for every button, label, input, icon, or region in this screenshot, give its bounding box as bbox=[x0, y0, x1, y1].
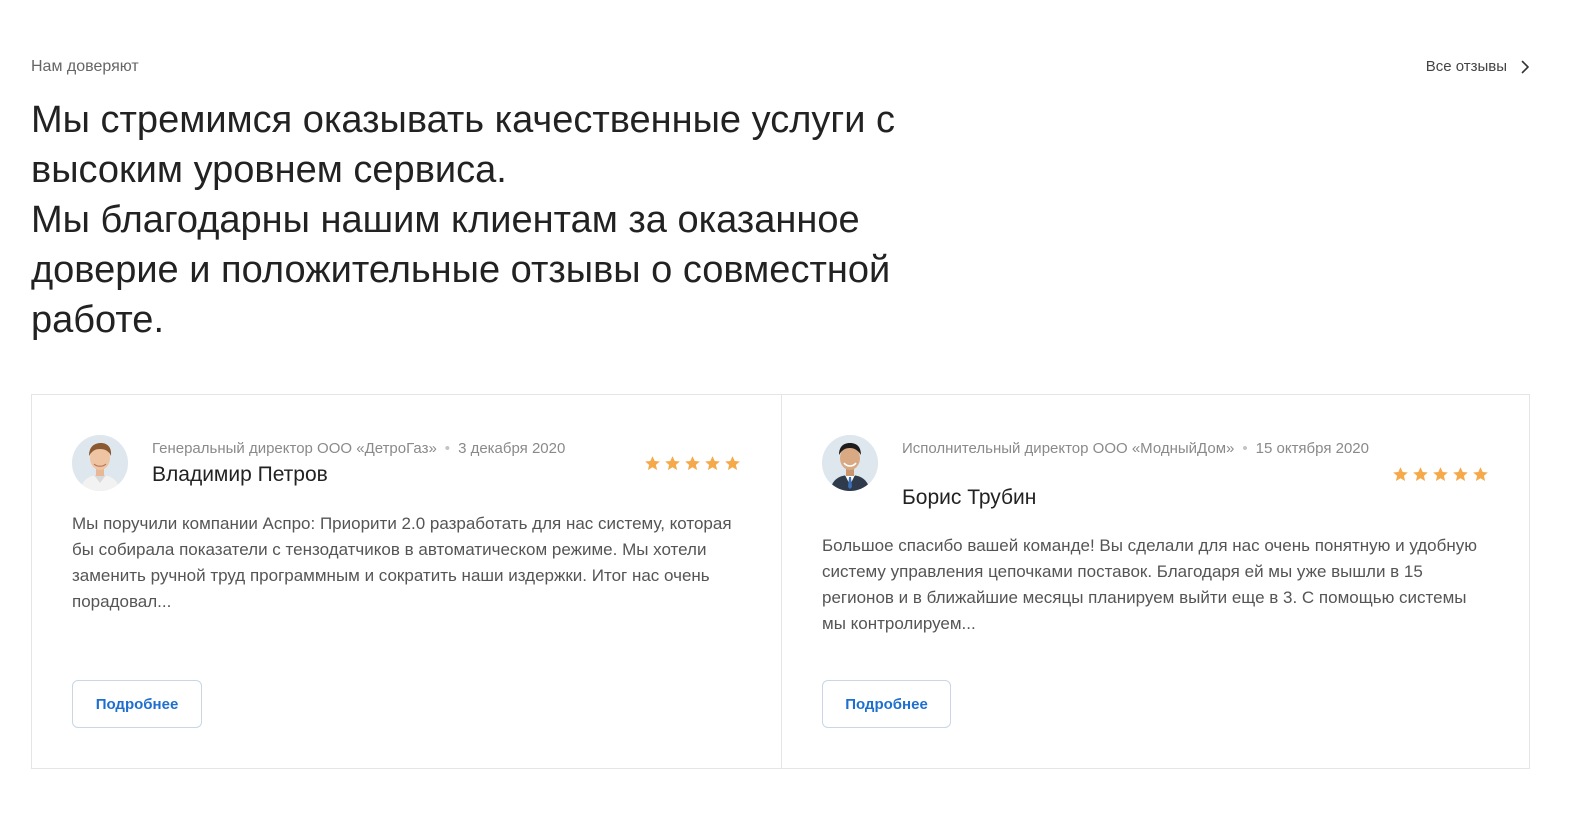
star-icon bbox=[1433, 467, 1448, 481]
reviews-list: Генеральный директор ООО «ДетроГаз» • 3 де… bbox=[31, 394, 1530, 769]
review-date: 15 октября 2020 bbox=[1255, 440, 1369, 457]
review-text: Мы поручили компании Аспро: Приорити 2.0… bbox=[72, 514, 732, 611]
star-icon bbox=[1393, 467, 1408, 481]
review-date: 3 декабря 2020 bbox=[458, 440, 566, 457]
avatar bbox=[72, 435, 128, 491]
star-icon bbox=[665, 456, 680, 470]
avatar bbox=[822, 435, 878, 491]
review-position: Исполнительный директор ООО «МодныйДом» bbox=[902, 440, 1235, 457]
rating-stars bbox=[1392, 466, 1489, 483]
more-button[interactable]: Подробнее bbox=[72, 680, 202, 728]
review-card: Исполнительный директор ООО «МодныйДом» •… bbox=[781, 395, 1529, 768]
all-reviews-link[interactable]: Все отзывы bbox=[1426, 57, 1530, 77]
more-button[interactable]: Подробнее bbox=[822, 680, 951, 728]
star-icon bbox=[645, 456, 660, 470]
chevron-right-icon bbox=[1521, 60, 1530, 74]
review-text: Большое спасибо вашей команде! Вы сделал… bbox=[822, 536, 1477, 633]
headline-line: работе. bbox=[31, 299, 164, 341]
review-meta: Исполнительный директор ООО «МодныйДом» •… bbox=[902, 437, 1372, 461]
star-icon bbox=[685, 456, 700, 470]
section-headline: Мы стремимся оказывать качественные услу… bbox=[31, 95, 1031, 345]
section-topbar: Нам доверяют Все отзывы bbox=[31, 57, 1530, 77]
meta-separator: • bbox=[444, 440, 451, 457]
star-icon bbox=[1453, 467, 1468, 481]
meta-separator: • bbox=[1242, 440, 1248, 457]
star-icon bbox=[1473, 467, 1488, 481]
star-icon bbox=[1413, 467, 1428, 481]
rating-stars bbox=[644, 455, 741, 472]
review-author: Владимир Петров bbox=[152, 463, 328, 486]
review-author: Борис Трубин bbox=[902, 486, 1037, 509]
headline-line: Мы благодарны нашим клиентам за оказанно… bbox=[31, 199, 860, 241]
review-meta: Генеральный директор ООО «ДетроГаз» • 3 де… bbox=[152, 437, 632, 461]
headline-line: высоким уровнем сервиса. bbox=[31, 149, 507, 191]
star-icon bbox=[705, 456, 720, 470]
all-reviews-label: Все отзывы bbox=[1425, 58, 1507, 75]
headline-line: Мы стремимся оказывать качественные услу… bbox=[31, 99, 896, 141]
reviews-section: Нам доверяют Все отзывы Мы стремимся ока… bbox=[31, 0, 1530, 836]
star-icon bbox=[725, 456, 740, 470]
section-eyebrow: Нам доверяют bbox=[31, 58, 139, 75]
review-card: Генеральный директор ООО «ДетроГаз» • 3 де… bbox=[32, 395, 781, 768]
review-position: Генеральный директор ООО «ДетроГаз» bbox=[152, 440, 437, 457]
headline-line: доверие и положительные отзывы о совмест… bbox=[31, 249, 891, 291]
